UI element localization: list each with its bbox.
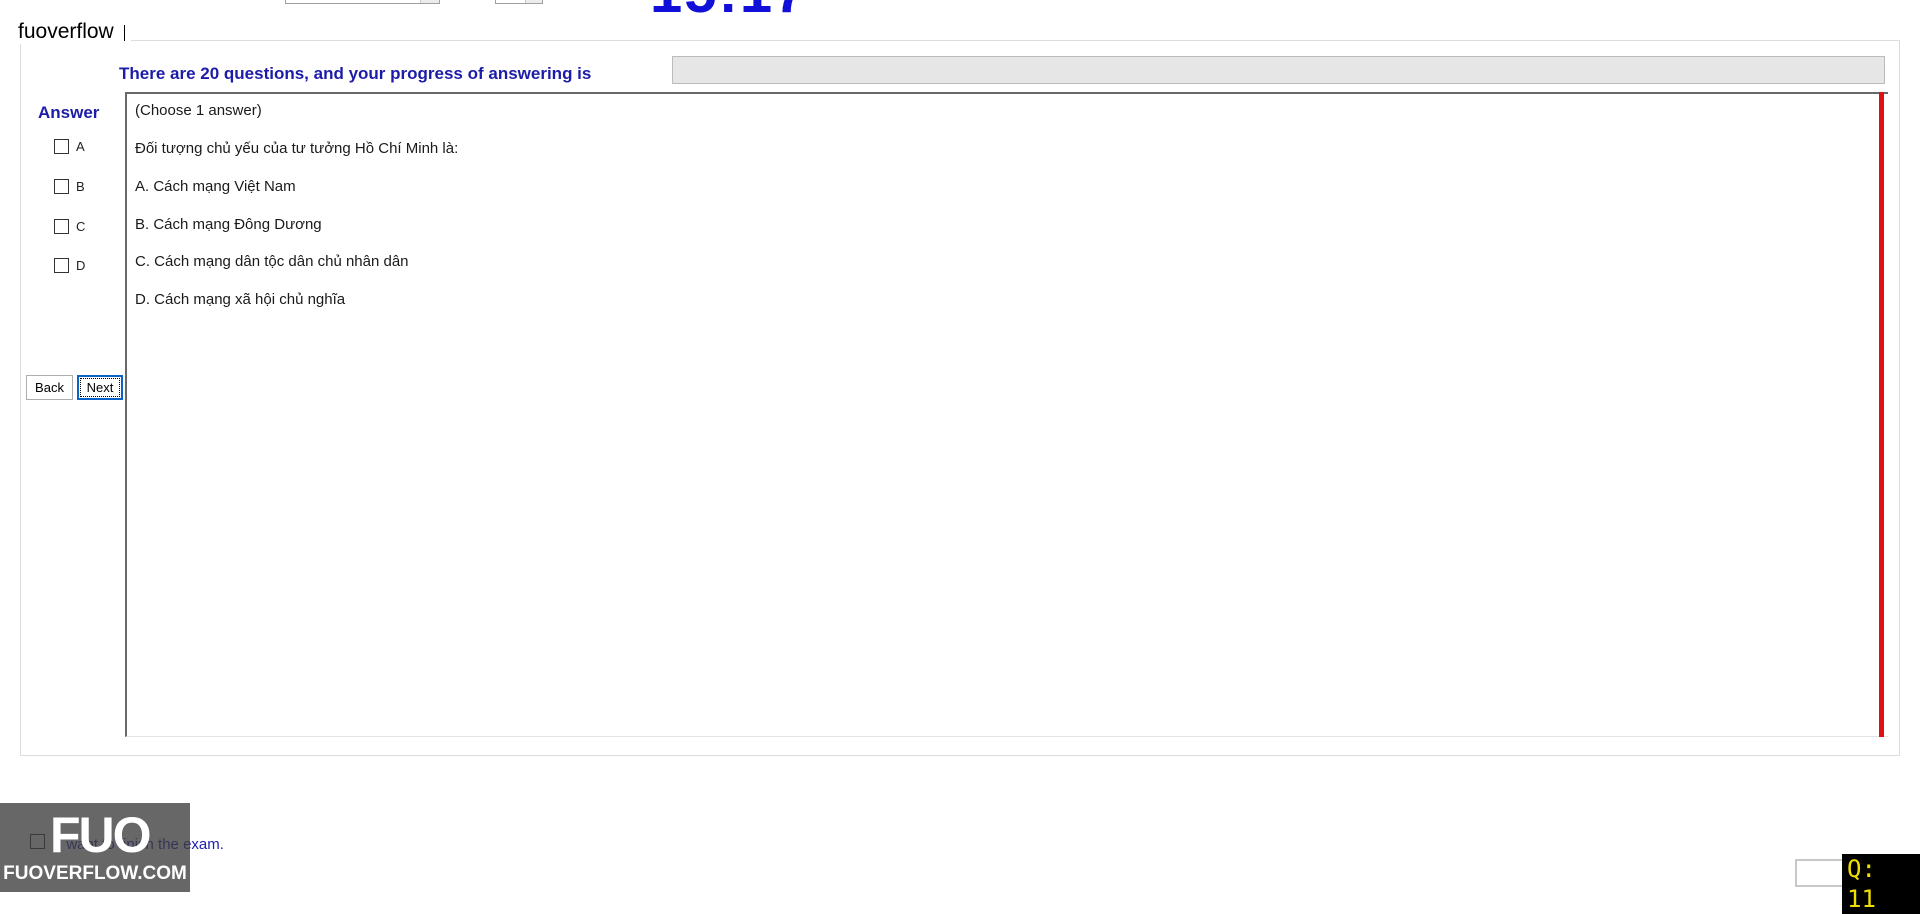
choice-c-text: C. Cách mạng dân tộc dân chủ nhân dân <box>135 253 409 270</box>
group-title: fuoverflow <box>14 20 131 44</box>
chevron-down-icon <box>420 0 439 3</box>
back-button[interactable]: Back <box>26 375 73 400</box>
answer-option-label: C <box>76 219 86 234</box>
watermark-logo-text: FUO <box>50 807 152 863</box>
next-button[interactable]: Next <box>77 375 123 400</box>
answer-title: Answer <box>38 103 100 122</box>
question-panel[interactable] <box>125 92 1888 737</box>
checkbox-a[interactable] <box>54 139 69 154</box>
progress-bar <box>672 56 1885 84</box>
next-button-label: Next <box>80 378 120 397</box>
choice-a-text: A. Cách mạng Việt Nam <box>135 178 296 195</box>
question-scrollbar[interactable] <box>1879 92 1884 737</box>
text-caret <box>123 25 125 41</box>
answer-option-label: A <box>76 139 85 154</box>
question-counter: Q: 11 <box>1842 854 1920 914</box>
choice-b-text: B. Cách mạng Đông Dương <box>135 216 322 233</box>
chevron-down-icon <box>525 0 542 3</box>
countdown-timer: 15:17 <box>650 0 808 22</box>
question-text: Đối tượng chủ yếu của tư tưởng Hồ Chí Mi… <box>135 140 459 157</box>
checkbox-d[interactable] <box>54 258 69 273</box>
progress-label: There are 20 questions, and your progres… <box>119 64 592 83</box>
answer-option-label: B <box>76 179 85 194</box>
checkbox-b[interactable] <box>54 179 69 194</box>
group-title-text: fuoverflow <box>18 20 114 43</box>
answer-option-label: D <box>76 258 86 273</box>
answer-option-a[interactable]: A <box>54 139 85 154</box>
exam-code-combobox[interactable] <box>285 0 440 4</box>
font-size-combobox[interactable] <box>495 0 543 4</box>
choice-d-text: D. Cách mạng xã hội chủ nghĩa <box>135 291 346 308</box>
watermark-site-text: FUOVERFLOW.COM <box>3 863 187 884</box>
answer-option-d[interactable]: D <box>54 258 85 273</box>
checkbox-c[interactable] <box>54 219 69 234</box>
answer-option-b[interactable]: B <box>54 179 85 194</box>
answer-option-c[interactable]: C <box>54 219 85 234</box>
question-instruction: (Choose 1 answer) <box>135 102 262 119</box>
